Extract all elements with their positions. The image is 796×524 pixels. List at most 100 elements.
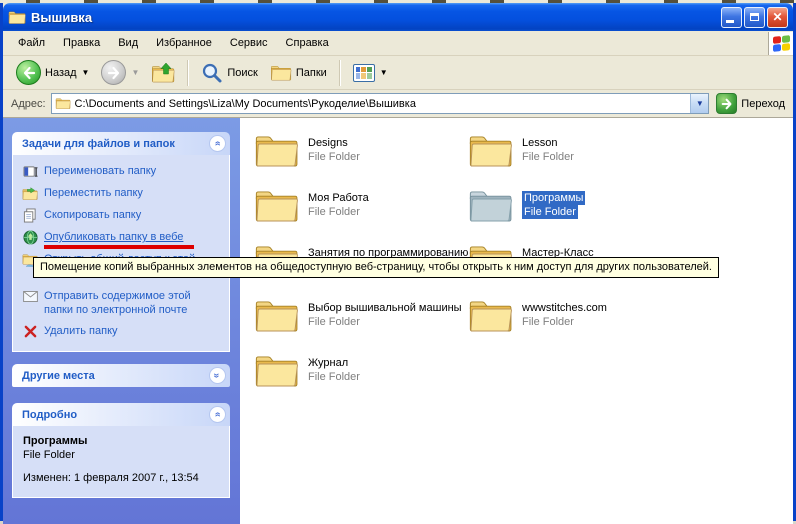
folder-tile-programmy-selected[interactable]: ПрограммыFile Folder: [468, 187, 682, 242]
address-dropdown-button[interactable]: ▼: [690, 94, 708, 113]
search-button[interactable]: Поиск: [196, 60, 262, 86]
folder-name: Моя Работа: [308, 191, 369, 205]
folder-name: Программы: [522, 191, 585, 205]
toolbar-separator: [187, 60, 189, 86]
menu-favorites[interactable]: Избранное: [147, 33, 221, 53]
address-folder-icon: [55, 97, 71, 110]
panel-other-places: Другие места «: [12, 364, 230, 387]
task-label: Отправить содержимое этой папки по элект…: [44, 289, 222, 317]
menu-edit[interactable]: Правка: [54, 33, 109, 53]
annotation-red-underline: [44, 245, 194, 249]
minimize-button[interactable]: [721, 7, 742, 28]
up-button[interactable]: [146, 60, 180, 86]
go-button[interactable]: Переход: [714, 93, 787, 114]
views-dropdown-icon: ▼: [380, 68, 388, 77]
folder-type: File Folder: [308, 205, 360, 219]
back-button[interactable]: Назад ▼: [11, 58, 94, 87]
task-label: Удалить папку: [44, 324, 118, 338]
search-icon: [201, 62, 223, 84]
window-folder-icon: [8, 10, 26, 25]
folder-type: File Folder: [522, 150, 574, 164]
expand-chevron-icon[interactable]: «: [209, 367, 226, 384]
minimize-icon: [726, 20, 734, 23]
details-header[interactable]: Подробно «: [12, 403, 230, 426]
email-icon: [22, 289, 38, 304]
tooltip: Помещение копий выбранных элементов на о…: [33, 257, 719, 278]
toolbar: Назад ▼ ▼ Поиск: [3, 56, 793, 90]
menu-tools[interactable]: Сервис: [221, 33, 277, 53]
menubar: Файл Правка Вид Избранное Сервис Справка: [3, 31, 793, 56]
rename-icon: [22, 164, 38, 179]
titlebar: Вышивка ✕: [3, 3, 793, 31]
folder-name: Lesson: [522, 136, 557, 150]
maximize-button[interactable]: [744, 7, 765, 28]
move-folder-icon: [22, 186, 38, 201]
collapse-chevron-icon[interactable]: «: [209, 135, 226, 152]
folder-icon-selected: [468, 187, 513, 225]
folder-tile-designs[interactable]: DesignsFile Folder: [254, 132, 468, 187]
panel-file-tasks: Задачи для файлов и папок « Переименоват…: [12, 132, 230, 352]
menu-file[interactable]: Файл: [9, 33, 54, 53]
menu-help[interactable]: Справка: [277, 33, 338, 53]
main-area: Задачи для файлов и папок « Переименоват…: [3, 118, 793, 524]
details-item-modified: Изменен: 1 февраля 2007 г., 13:54: [23, 471, 223, 485]
task-copy-folder[interactable]: Скопировать папку: [22, 208, 224, 223]
menu-view[interactable]: Вид: [109, 33, 147, 53]
screen: Вышивка ✕ Файл Правка Вид Избранное Серв…: [0, 0, 796, 521]
publish-web-icon: [22, 230, 38, 245]
folder-tile-moya-rabota[interactable]: Моя РаботаFile Folder: [254, 187, 468, 242]
folder-type: File Folder: [308, 150, 360, 164]
windows-flag-icon: [773, 35, 790, 52]
forward-button[interactable]: ▼: [96, 58, 144, 87]
folder-tile-wwwstitches[interactable]: wwwstitches.comFile Folder: [468, 297, 682, 352]
folder-tile-lesson[interactable]: LessonFile Folder: [468, 132, 682, 187]
search-label: Поиск: [227, 67, 257, 79]
task-label: Опубликовать папку в вебе: [44, 230, 183, 244]
task-publish-folder-web[interactable]: Опубликовать папку в вебе: [22, 230, 224, 245]
task-label: Скопировать папку: [44, 208, 141, 222]
file-tasks-body: Переименовать папку Переместить папку: [12, 155, 230, 352]
go-label: Переход: [741, 98, 785, 110]
file-tasks-title: Задачи для файлов и папок: [22, 138, 175, 150]
folder-type: File Folder: [522, 315, 574, 329]
address-label: Адрес:: [11, 98, 46, 110]
folder-name: Designs: [308, 136, 348, 150]
windows-logo: [768, 32, 793, 55]
task-rename-folder[interactable]: Переименовать папку: [22, 164, 224, 179]
folder-tile-zhurnal[interactable]: ЖурналFile Folder: [254, 352, 468, 407]
task-move-folder[interactable]: Переместить папку: [22, 186, 224, 201]
folders-icon: [270, 64, 292, 82]
folder-tile-vybor-mashiny[interactable]: Выбор вышивальной машиныFile Folder: [254, 297, 468, 352]
folder-name: Выбор вышивальной машины: [308, 301, 462, 315]
go-icon: [716, 93, 737, 114]
panel-details: Подробно « Программы File Folder Изменен…: [12, 403, 230, 498]
back-label: Назад: [45, 67, 77, 79]
task-delete-folder[interactable]: Удалить папку: [22, 324, 224, 339]
folder-icon: [468, 132, 513, 170]
toolbar-separator: [339, 60, 341, 86]
folder-type: File Folder: [308, 370, 360, 384]
task-email-folder[interactable]: Отправить содержимое этой папки по элект…: [22, 289, 224, 317]
copy-icon: [22, 208, 38, 223]
folder-icon: [254, 297, 299, 335]
views-icon: [353, 64, 375, 82]
folders-label: Папки: [296, 67, 327, 79]
folder-up-icon: [151, 62, 175, 84]
collapse-chevron-icon[interactable]: «: [209, 406, 226, 423]
back-dropdown-icon: ▼: [82, 68, 90, 77]
folder-icon: [468, 297, 513, 335]
views-button[interactable]: ▼: [348, 62, 393, 84]
address-path[interactable]: C:\Documents and Settings\Liza\My Docume…: [75, 98, 687, 110]
details-title: Подробно: [22, 409, 77, 421]
delete-icon: [22, 324, 38, 339]
back-icon: [16, 60, 41, 85]
close-icon: ✕: [772, 11, 782, 23]
file-tasks-header[interactable]: Задачи для файлов и папок «: [12, 132, 230, 155]
folder-icon: [254, 352, 299, 390]
folder-icon: [254, 187, 299, 225]
other-places-header[interactable]: Другие места «: [12, 364, 230, 387]
details-item-type: File Folder: [23, 448, 223, 462]
folders-button[interactable]: Папки: [265, 62, 332, 84]
close-button[interactable]: ✕: [767, 7, 788, 28]
address-combo[interactable]: C:\Documents and Settings\Liza\My Docume…: [51, 93, 710, 114]
